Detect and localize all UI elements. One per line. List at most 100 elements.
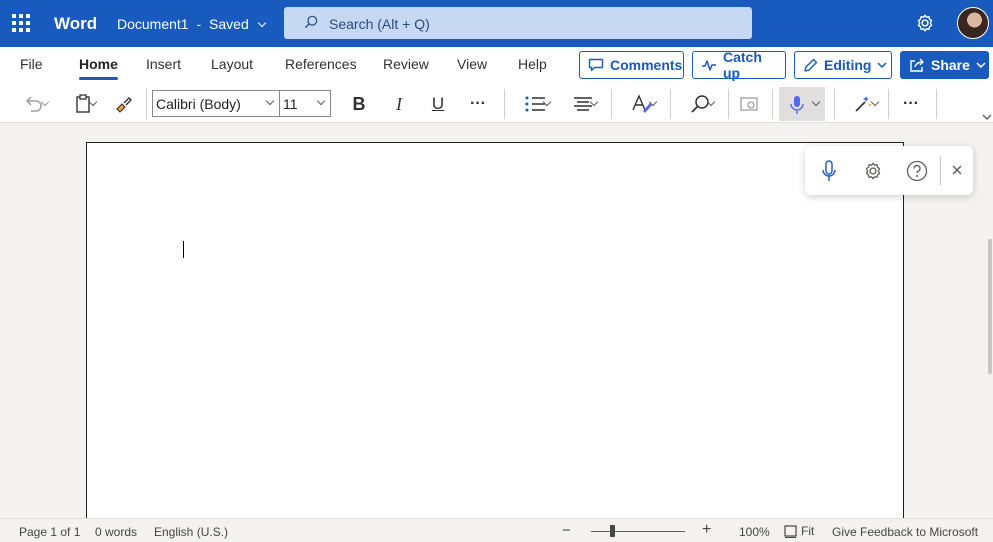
share-button[interactable]: Share <box>900 51 989 79</box>
dictate-button[interactable] <box>779 87 825 121</box>
chevron-down-icon <box>811 97 821 107</box>
italic-icon: I <box>396 93 402 114</box>
zoom-slider-thumb[interactable] <box>609 525 615 537</box>
font-name-dropdown[interactable]: Calibri (Body) <box>152 90 280 117</box>
clipboard-icon <box>76 94 90 113</box>
fit-button[interactable]: Fit <box>784 524 814 538</box>
undo-button[interactable] <box>14 90 54 118</box>
fit-label: Fit <box>801 524 815 538</box>
underline-icon: U <box>431 94 445 113</box>
more-options-button[interactable]: ··· <box>896 90 926 118</box>
tab-help[interactable]: Help <box>518 56 547 72</box>
chevron-down-icon <box>316 96 326 106</box>
close-icon[interactable] <box>951 164 963 176</box>
more-font-options-button[interactable]: ··· <box>464 90 492 118</box>
tab-review[interactable]: Review <box>383 56 429 72</box>
font-name-value: Calibri (Body) <box>156 96 241 112</box>
home-toolbar: Calibri (Body) 11 B I U ··· ··· <box>0 85 993 123</box>
dictation-toolbar <box>805 146 973 195</box>
toolbar-divider <box>936 89 937 119</box>
document-title: Document1 <box>117 16 189 32</box>
chevron-down-icon <box>877 62 887 69</box>
chevron-down-icon <box>976 62 986 69</box>
toolbar-divider <box>772 89 773 119</box>
editing-mode-button[interactable]: Editing <box>794 51 892 79</box>
styles-button[interactable] <box>622 90 662 118</box>
underline-button[interactable]: U <box>425 90 451 118</box>
font-size-value: 11 <box>283 96 298 112</box>
search-icon <box>691 95 709 113</box>
tab-insert[interactable]: Insert <box>146 56 181 72</box>
chevron-down-icon[interactable] <box>982 113 992 121</box>
microphone-icon <box>790 96 804 114</box>
paste-button[interactable] <box>64 90 102 118</box>
search-box[interactable]: Search (Alt + Q) <box>284 7 752 39</box>
zoom-in-button[interactable]: + <box>702 521 711 539</box>
toolbar-divider <box>728 89 729 119</box>
zoom-level[interactable]: 100% <box>739 525 770 539</box>
chevron-down-icon <box>265 96 275 106</box>
toolbar-divider <box>611 89 612 119</box>
vertical-scrollbar[interactable] <box>988 239 992 374</box>
activity-icon <box>702 60 716 71</box>
toolbar-divider <box>146 89 147 119</box>
help-icon[interactable] <box>906 160 928 182</box>
more-icon: ··· <box>470 95 486 112</box>
title-separator: - <box>196 16 202 32</box>
user-avatar[interactable] <box>957 7 989 39</box>
pencil-icon <box>804 58 818 72</box>
catch-up-button[interactable]: Catch up <box>692 49 786 81</box>
toolbar-divider <box>888 89 889 119</box>
tab-home[interactable]: Home <box>79 56 118 80</box>
zoom-slider-track[interactable] <box>591 531 685 532</box>
language[interactable]: English (U.S.) <box>154 525 228 539</box>
app-launcher-icon[interactable] <box>12 14 30 32</box>
ribbon-tabs: File Home Insert Layout References Revie… <box>0 47 993 85</box>
save-status: Saved <box>209 16 249 32</box>
search-icon <box>304 15 318 29</box>
format-painter-icon <box>116 97 132 113</box>
fit-page-icon <box>784 524 797 538</box>
share-icon <box>910 58 924 72</box>
align-center-icon <box>574 97 592 111</box>
comments-button[interactable]: Comments <box>579 51 684 79</box>
sensitivity-button[interactable] <box>736 90 762 118</box>
toolbar-divider <box>504 89 505 119</box>
undo-icon <box>25 96 42 112</box>
settings-gear-icon[interactable] <box>914 12 936 34</box>
toolbar-divider <box>834 89 835 119</box>
bullets-button[interactable] <box>514 90 556 118</box>
dictation-divider <box>940 156 941 185</box>
zoom-out-button[interactable]: − <box>562 522 571 539</box>
word-count[interactable]: 0 words <box>95 525 137 539</box>
bold-button[interactable]: B <box>346 90 372 118</box>
tab-layout[interactable]: Layout <box>211 56 253 72</box>
styles-icon <box>632 94 652 113</box>
status-bar: Page 1 of 1 0 words English (U.S.) − + 1… <box>0 518 993 542</box>
italic-button[interactable]: I <box>386 90 412 118</box>
catch-up-label: Catch up <box>723 49 762 81</box>
chevron-down-icon <box>257 18 266 28</box>
document-page[interactable] <box>86 142 904 542</box>
find-button[interactable] <box>680 90 720 118</box>
gear-icon[interactable] <box>862 160 884 182</box>
comment-icon <box>588 58 604 72</box>
app-name[interactable]: Word <box>54 14 97 34</box>
search-placeholder: Search (Alt + Q) <box>329 16 430 32</box>
more-icon: ··· <box>903 95 919 112</box>
tab-file[interactable]: File <box>20 56 43 72</box>
alignment-button[interactable] <box>563 90 603 118</box>
tab-view[interactable]: View <box>457 56 487 72</box>
microphone-icon[interactable] <box>820 159 838 183</box>
feedback-link[interactable]: Give Feedback to Microsoft <box>832 525 978 539</box>
editing-label: Editing <box>824 57 872 73</box>
tab-references[interactable]: References <box>285 56 357 72</box>
bullet-list-icon <box>525 96 545 112</box>
page-count: Page 1 of 1 <box>19 525 81 539</box>
format-painter-button[interactable] <box>110 90 138 118</box>
font-size-dropdown[interactable]: 11 <box>279 90 331 117</box>
editor-button[interactable] <box>842 90 884 118</box>
comments-label: Comments <box>610 57 683 73</box>
document-title-button[interactable]: Document1 - Saved <box>117 16 266 32</box>
magic-wand-icon <box>855 96 872 112</box>
